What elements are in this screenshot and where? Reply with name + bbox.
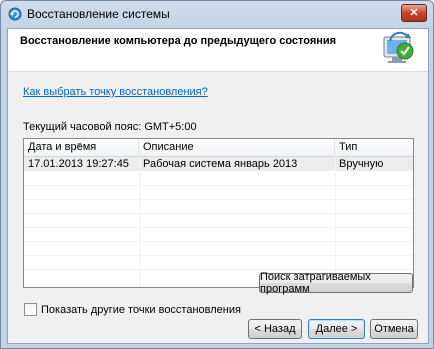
timezone-label: Текущий часовой пояс: GMT+5:00 <box>23 121 197 133</box>
grid-column-line <box>139 156 140 287</box>
grid-line <box>24 269 413 270</box>
cell-datetime: 17.01.2013 19:27:45 <box>28 158 129 170</box>
grid-line <box>24 241 413 242</box>
title-bar[interactable]: Восстановление системы ✕ <box>1 1 433 27</box>
grid-line <box>24 185 413 186</box>
show-more-restore-points[interactable]: Показать другие точки восстановления <box>24 303 241 316</box>
cancel-button[interactable]: Отмена <box>370 319 418 339</box>
dialog-header: Восстановление компьютера до предыдущего… <box>8 29 428 72</box>
dialog-body: Восстановление компьютера до предыдущего… <box>7 28 429 344</box>
close-button[interactable]: ✕ <box>401 4 427 22</box>
back-button[interactable]: < Назад <box>248 319 302 339</box>
table-row[interactable]: 17.01.2013 19:27:45 Рабочая система янва… <box>24 157 413 171</box>
restore-points-table[interactable]: Дата и время ▼ Описание Тип 17.01.2013 1… <box>23 138 414 288</box>
grid-line <box>24 213 413 214</box>
show-more-checkbox[interactable] <box>24 303 37 316</box>
grid-line <box>24 255 413 256</box>
column-header-description[interactable]: Описание <box>139 139 335 156</box>
scan-affected-programs-button[interactable]: Поиск затрагиваемых программ <box>259 271 413 295</box>
sort-arrow-icon: ▼ <box>76 142 83 149</box>
grid-line <box>24 199 413 200</box>
next-button[interactable]: Далее > <box>308 319 365 339</box>
column-header-datetime[interactable]: Дата и время ▼ <box>24 139 139 156</box>
system-restore-window: Восстановление системы ✕ Восстановление … <box>0 0 434 349</box>
column-header-type[interactable]: Тип <box>335 139 413 156</box>
show-more-label: Показать другие точки восстановления <box>41 303 241 316</box>
help-link-choose-restore-point[interactable]: Как выбрать точку восстановления? <box>23 86 208 98</box>
grid-line <box>24 227 413 228</box>
cell-description: Рабочая система январь 2013 <box>143 158 298 170</box>
window-title: Восстановление системы <box>27 7 170 21</box>
system-restore-small-icon <box>7 6 23 22</box>
system-restore-icon <box>380 29 416 67</box>
table-header: Дата и время ▼ Описание Тип <box>24 139 413 157</box>
cell-type: Вручную <box>339 158 384 170</box>
page-title: Восстановление компьютера до предыдущего… <box>20 35 337 47</box>
grid-column-line <box>335 156 336 287</box>
close-icon: ✕ <box>409 6 419 19</box>
